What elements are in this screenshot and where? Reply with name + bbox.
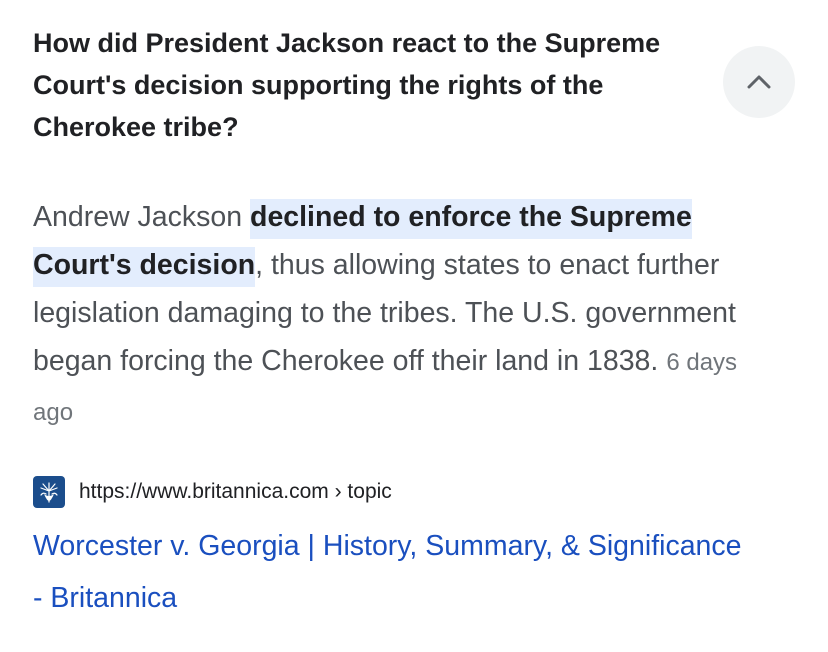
source-line[interactable]: https://www.britannica.com › topic bbox=[33, 473, 392, 511]
answer-snippet: Andrew Jackson declined to enforce the S… bbox=[33, 193, 778, 437]
chevron-up-icon bbox=[747, 75, 771, 89]
collapse-button[interactable] bbox=[723, 46, 795, 118]
result-title-link[interactable]: Worcester v. Georgia | History, Summary,… bbox=[33, 520, 753, 624]
source-url[interactable]: https://www.britannica.com › topic bbox=[79, 480, 392, 504]
answer-prefix: Andrew Jackson bbox=[33, 201, 251, 233]
britannica-thistle-icon bbox=[33, 476, 65, 508]
question-heading[interactable]: How did President Jackson react to the S… bbox=[33, 22, 673, 148]
